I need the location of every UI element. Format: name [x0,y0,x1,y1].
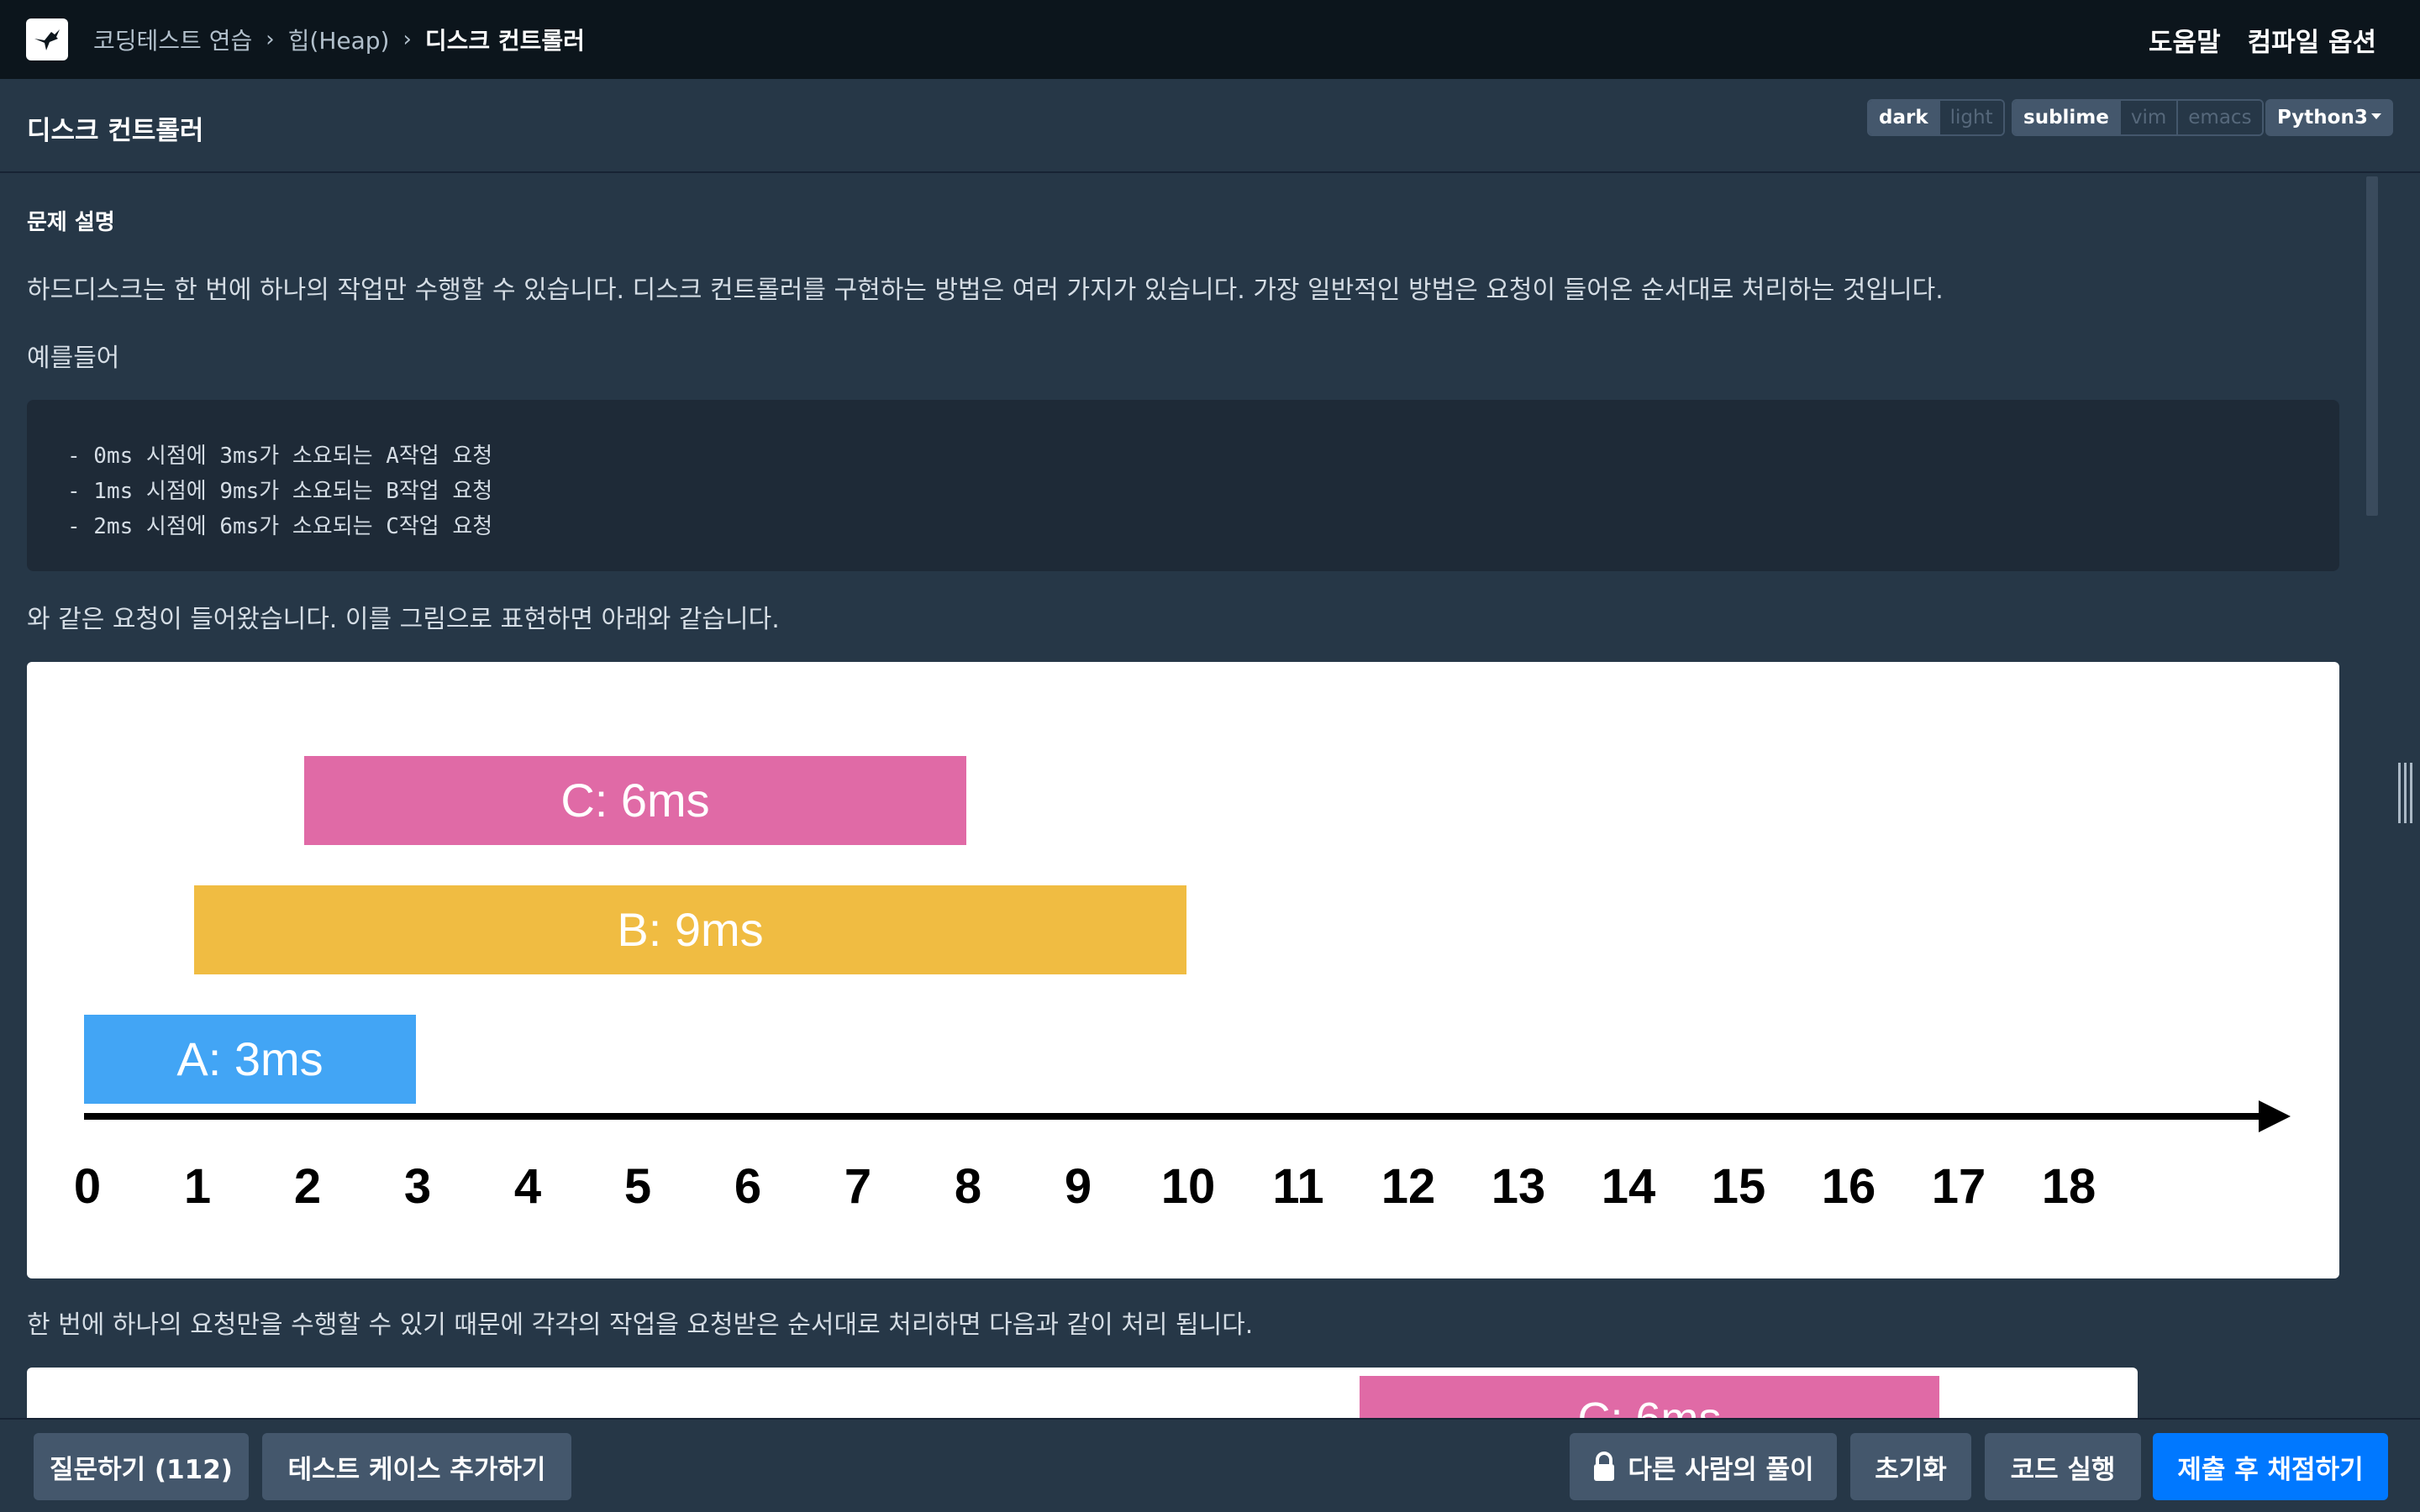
others-solutions-label: 다른 사람의 풀이 [1628,1454,1814,1485]
run-code-button[interactable]: 코드 실행 [1985,1433,2141,1500]
compile-options-link[interactable]: 컴파일 옵션 [2248,21,2376,59]
submit-button[interactable]: 제출 후 채점하기 [2153,1433,2388,1500]
timeline-tick-label: 0 [74,1159,101,1214]
bird-logo-icon [34,29,60,50]
timeline-tick-label: 11 [1272,1159,1323,1214]
scrollbar-thumb[interactable] [2366,176,2378,516]
description-paragraph: 하드디스크는 한 번에 하나의 작업만 수행할 수 있습니다. 디스크 컨트롤러… [27,276,1944,305]
timeline-tick-label: 9 [1065,1159,1092,1214]
task-bar-label: C: 6ms [1577,1393,1721,1418]
task-bar-label: A: 3ms [176,1032,323,1085]
timeline-tick-label: 12 [1381,1159,1436,1214]
keymap-sublime-option[interactable]: sublime [2013,101,2119,134]
task-bar-c: C: 6ms [1360,1376,1939,1418]
task-bar: B: 9ms [194,885,1186,974]
chevron-right-icon: › [402,27,412,52]
breadcrumb-item-current: 디스크 컨트롤러 [424,27,585,55]
theme-switcher: dark light [1867,99,2005,136]
problem-description-panel[interactable]: 문제 설명 하드디스크는 한 번에 하나의 작업만 수행할 수 있습니다. 디스… [0,175,2366,1418]
timeline-tick-label: 16 [1822,1159,1876,1214]
code-block: - 0ms 시점에 3ms가 소요되는 A작업 요청 - 1ms 시점에 9ms가… [27,400,2339,571]
breadcrumb: 코딩테스트 연습 › 힙(Heap) › 디스크 컨트롤러 [93,0,585,79]
caret-down-icon [2371,113,2381,119]
description-paragraph: 한 번에 하나의 요청만을 수행할 수 있기 때문에 각각의 작업을 요청받은 … [27,1310,1254,1340]
theme-light-option[interactable]: light [1938,101,2003,134]
logo[interactable] [26,18,68,60]
top-navigation: 코딩테스트 연습 › 힙(Heap) › 디스크 컨트롤러 도움말 컴파일 옵션 [0,0,2420,79]
help-link[interactable]: 도움말 [2149,21,2221,59]
timeline-tick-label: 10 [1161,1159,1216,1214]
timeline-tick-label: 18 [2042,1159,2096,1214]
task-bar-label: C: 6ms [560,774,709,827]
task-bar-label: B: 9ms [617,903,763,956]
timeline-tick-label: 17 [1932,1159,1986,1214]
section-heading: 문제 설명 [27,210,115,235]
code-line: - 1ms 시점에 9ms가 소요되는 B작업 요청 [67,479,493,504]
timeline-tick-label: 1 [184,1159,211,1214]
description-paragraph: 와 같은 요청이 들어왔습니다. 이를 그림으로 표현하면 아래와 같습니다. [27,605,780,634]
theme-dark-option[interactable]: dark [1869,101,1939,134]
question-button[interactable]: 질문하기 (112) [34,1433,249,1500]
timeline-tick-label: 2 [294,1159,321,1214]
arrow-head-icon [2259,1100,2291,1132]
language-select[interactable]: Python3 [2265,99,2393,136]
add-testcase-button[interactable]: 테스트 케이스 추가하기 [262,1433,571,1500]
nav-actions: 도움말 컴파일 옵션 [2149,0,2376,79]
task-bar: A: 3ms [84,1015,416,1104]
keymap-emacs-option[interactable]: emacs [2176,101,2262,134]
task-bar: C: 6ms [304,756,966,845]
timeline-diagram: A: 3msB: 9msC: 6ms0 1 2 3 4 5 6 7 8 9 10 11 12 13 14 15… [74,756,2291,1214]
code-line: - 2ms 시점에 6ms가 소요되는 C작업 요청 [67,514,493,539]
breadcrumb-item-coding-test[interactable]: 코딩테스트 연습 [93,23,252,56]
timeline-tick-label: 13 [1491,1159,1546,1214]
page-title: 디스크 컨트롤러 [27,116,204,146]
panel-resize-handle[interactable] [2396,763,2413,823]
description-paragraph: 예를들어 [27,344,120,373]
timeline-tick-label: 14 [1602,1159,1656,1214]
timeline-tick-label: 4 [514,1159,541,1214]
code-line: - 0ms 시점에 3ms가 소요되는 A작업 요청 [67,444,493,469]
lock-icon [1592,1452,1616,1482]
keymap-vim-option[interactable]: vim [2118,101,2177,134]
title-bar: 디스크 컨트롤러 dark light sublime vim emacs Py… [0,79,2420,173]
sequential-processing-figure: C: 6ms [27,1368,2138,1418]
reset-button[interactable]: 초기화 [1850,1433,1971,1500]
breadcrumb-item-heap[interactable]: 힙(Heap) [288,23,390,56]
chevron-right-icon: › [266,27,275,52]
language-select-value: Python3 [2277,107,2368,129]
keymap-switcher: sublime vim emacs [2012,99,2264,136]
timeline-tick-label: 7 [844,1159,871,1214]
timeline-tick-label: 15 [1712,1159,1766,1214]
action-footer: 질문하기 (112) 테스트 케이스 추가하기 다른 사람의 풀이 초기화 코드… [0,1418,2420,1512]
timeline-tick-label: 6 [734,1159,761,1214]
others-solutions-button[interactable]: 다른 사람의 풀이 [1570,1433,1837,1500]
timeline-tick-label: 5 [624,1159,651,1214]
timeline-tick-label: 3 [404,1159,431,1214]
timeline-tick-label: 8 [955,1159,981,1214]
request-timeline-figure: A: 3ms B: 9ms C: 6ms 0 1 2 3 4 5 6 7 8 9 10 11 12 13 14 15… [27,662,2339,1278]
